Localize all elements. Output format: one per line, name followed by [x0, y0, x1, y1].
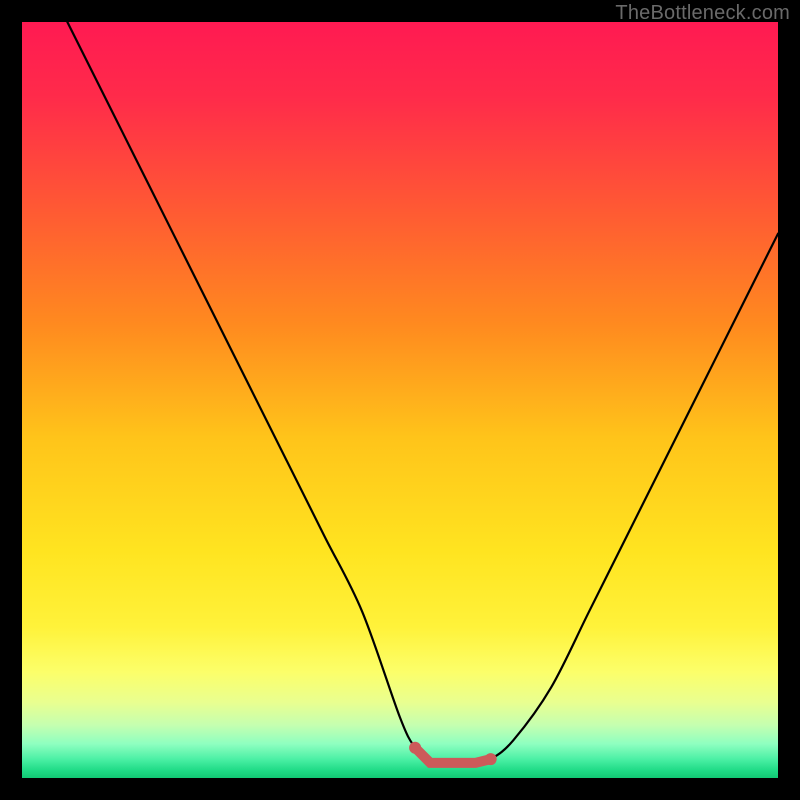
optimal-region-marker — [415, 748, 491, 763]
attribution-text: TheBottleneck.com — [615, 2, 790, 25]
plot-area — [22, 22, 778, 778]
chart-stage: TheBottleneck.com — [0, 0, 800, 800]
marker-start-dot — [409, 742, 421, 754]
marker-end-dot — [485, 753, 497, 765]
marker-layer — [22, 22, 778, 778]
